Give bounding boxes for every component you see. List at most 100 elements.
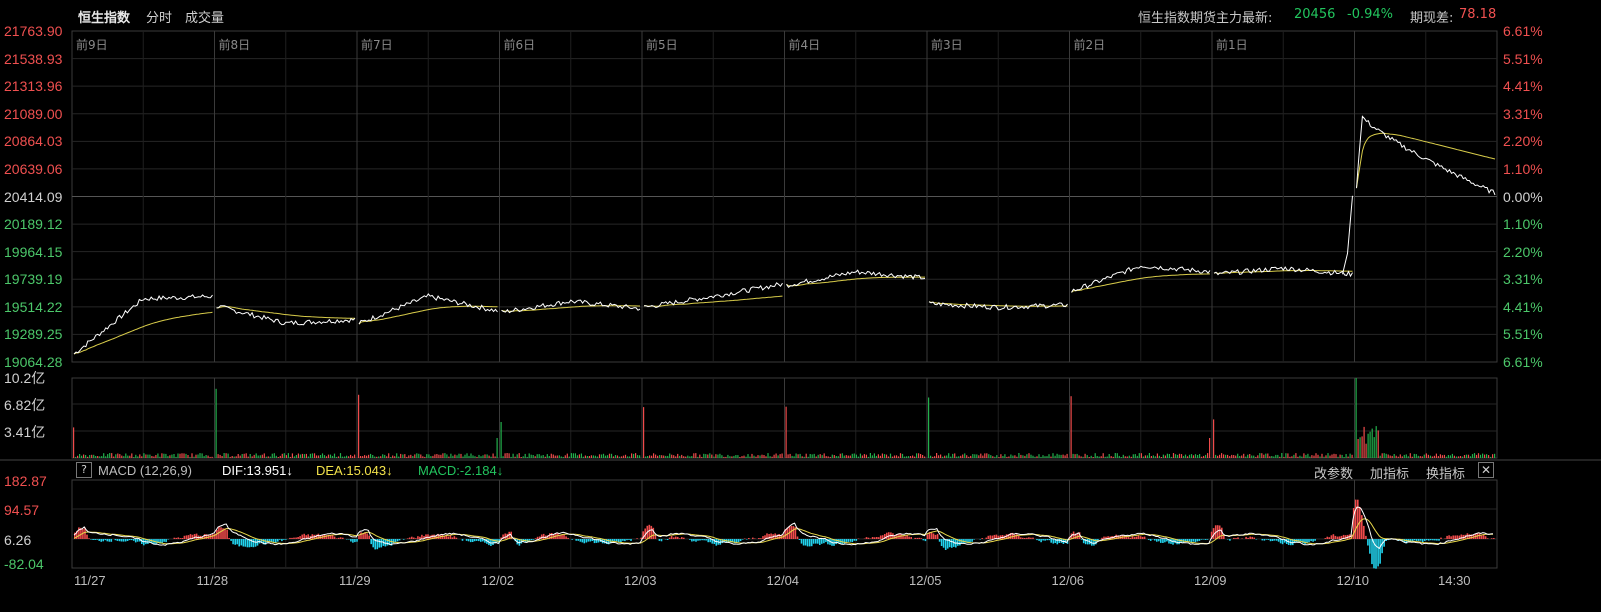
volume-bar xyxy=(996,455,998,458)
volume-bar xyxy=(305,453,307,458)
volume-bar xyxy=(87,456,89,458)
volume-bar xyxy=(117,453,119,458)
volume-bar xyxy=(1060,454,1062,458)
volume-bar xyxy=(95,456,97,458)
macd-histogram-bar xyxy=(658,539,661,541)
macd-histogram-bar xyxy=(802,539,805,546)
volume-bar xyxy=(289,456,291,458)
volume-bar xyxy=(1058,454,1060,458)
macd-histogram-bar xyxy=(236,539,238,545)
macd-histogram-bar xyxy=(987,535,990,539)
macd-histogram-bar xyxy=(303,533,305,539)
volume-bar xyxy=(978,455,980,458)
volume-bar xyxy=(633,453,635,458)
volume-bar xyxy=(1018,453,1020,458)
volume-bar xyxy=(175,456,177,458)
volume-bar xyxy=(1062,454,1064,458)
volume-bar xyxy=(1457,456,1460,458)
percent-axis-label: 1.10% xyxy=(1503,216,1543,233)
volume-bar xyxy=(795,453,797,458)
volume-bar xyxy=(1363,426,1365,458)
volume-bar xyxy=(590,455,592,458)
volume-bar xyxy=(1100,456,1102,458)
volume-bar xyxy=(183,453,185,458)
volume-bar xyxy=(85,455,87,458)
volume-bar xyxy=(428,454,430,458)
volume-bar xyxy=(1000,454,1002,458)
macd-histogram-bar xyxy=(1357,499,1359,539)
date-label: 11/27 xyxy=(74,573,106,588)
macd-histogram-bar xyxy=(337,537,340,539)
macd-histogram-bar xyxy=(366,533,368,539)
macd-histogram-bar xyxy=(542,533,545,539)
add-indicator-button[interactable]: 加指标 xyxy=(1370,463,1409,482)
volume-bar xyxy=(440,454,442,458)
volume-bar xyxy=(388,453,390,458)
volume-bar xyxy=(1383,453,1385,458)
volume-bar xyxy=(1030,454,1032,458)
volume-bar xyxy=(604,455,607,458)
volume-bar xyxy=(1299,455,1301,458)
volume-axis-label: 3.41亿 xyxy=(4,424,46,440)
volume-bar xyxy=(1096,456,1098,458)
volume-bar xyxy=(368,454,370,458)
macd-histogram-bar xyxy=(1267,539,1270,540)
close-icon[interactable]: ✕ xyxy=(1478,462,1494,478)
volume-bar xyxy=(1389,455,1391,458)
macd-histogram-bar xyxy=(175,537,178,539)
volume-bar xyxy=(131,453,133,458)
macd-histogram-bar xyxy=(128,539,131,541)
macd-histogram-bar xyxy=(1269,539,1272,542)
volume-bar xyxy=(1028,453,1030,458)
edit-params-button[interactable]: 改参数 xyxy=(1314,463,1353,482)
macd-histogram-bar xyxy=(758,538,760,539)
macd-histogram-bar xyxy=(910,537,912,539)
volume-bar xyxy=(1182,455,1185,458)
volume-bar xyxy=(534,456,536,458)
volume-bar xyxy=(849,455,851,458)
macd-histogram-bar xyxy=(396,539,399,542)
macd-histogram-bar xyxy=(565,536,567,539)
macd-histogram-bar xyxy=(532,539,535,540)
volume-bar xyxy=(1036,456,1038,458)
macd-histogram-bar xyxy=(1044,539,1046,541)
macd-histogram-bar xyxy=(875,537,878,539)
volume-bar xyxy=(159,456,161,458)
switch-indicator-button[interactable]: 换指标 xyxy=(1426,463,1465,482)
macd-histogram-bar xyxy=(1428,539,1430,541)
date-label: 12/03 xyxy=(624,573,657,588)
macd-histogram-bar xyxy=(102,539,104,542)
volume-bar xyxy=(1403,454,1405,458)
macd-histogram-bar xyxy=(1046,539,1048,541)
volume-bar xyxy=(1494,453,1496,458)
volume-bar xyxy=(920,454,922,458)
volume-bar xyxy=(1435,453,1437,458)
volume-bar xyxy=(661,455,663,458)
macd-histogram-bar xyxy=(480,539,482,542)
chart-canvas[interactable] xyxy=(0,0,1601,612)
volume-bar xyxy=(1395,455,1397,458)
macd-histogram-bar xyxy=(918,537,921,539)
macd-histogram-bar xyxy=(1482,534,1485,539)
volume-bar xyxy=(875,455,877,458)
volume-bar xyxy=(1325,455,1327,458)
macd-histogram-bar xyxy=(100,539,102,542)
day-label: 前2日 xyxy=(1073,38,1106,52)
volume-bar xyxy=(1259,453,1261,458)
volume-bar xyxy=(1221,453,1223,458)
volume-bar xyxy=(1186,456,1189,458)
volume-bar xyxy=(1281,453,1283,458)
macd-histogram-bar xyxy=(1196,539,1199,542)
macd-histogram-bar xyxy=(465,539,468,541)
volume-bar xyxy=(225,453,227,458)
volume-bar xyxy=(321,453,324,458)
volume-bar xyxy=(1391,455,1393,458)
volume-bar xyxy=(1082,456,1084,458)
volume-bar xyxy=(500,422,502,458)
volume-bar xyxy=(821,455,823,458)
volume-bar xyxy=(1239,456,1241,458)
volume-bar xyxy=(673,455,675,458)
volume-bar xyxy=(777,455,779,458)
macd-name: MACD (12,26,9) xyxy=(98,463,192,478)
help-button[interactable]: ? xyxy=(76,462,92,478)
